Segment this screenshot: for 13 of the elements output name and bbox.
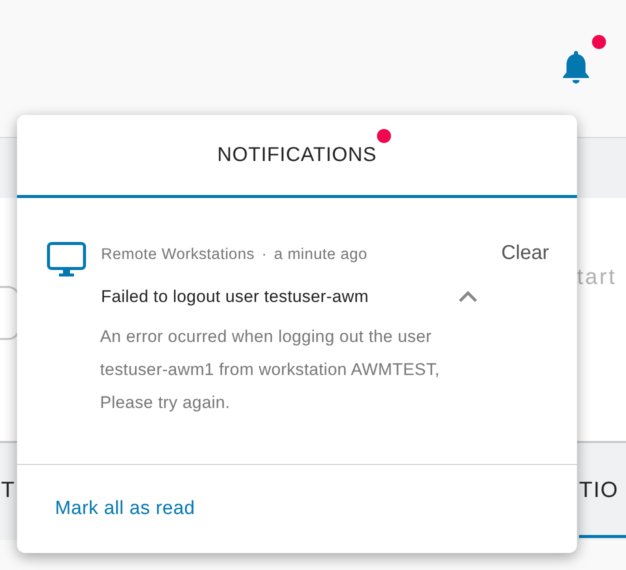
clear-button[interactable]: Clear xyxy=(501,238,549,268)
notification-time: a minute ago xyxy=(274,245,368,265)
notification-description: An error ocurred when logging out the user testuser-awm1 from workstation AWMTEST, Please try again. xyxy=(100,326,440,414)
mark-all-read-link[interactable]: Mark all as read xyxy=(55,494,195,524)
separator-dot: · xyxy=(262,245,268,265)
bell-icon[interactable] xyxy=(561,49,591,85)
faded-label: tart xyxy=(577,263,617,291)
chevron-icon[interactable] xyxy=(458,290,478,303)
panel-title: NOTIFICATIONS xyxy=(217,144,377,166)
notification-title: Failed to logout user testuser-awm xyxy=(101,286,369,308)
tab[interactable]: T xyxy=(1,477,16,506)
notification-source: Remote Workstations xyxy=(101,245,255,265)
monitor-icon xyxy=(47,242,86,278)
